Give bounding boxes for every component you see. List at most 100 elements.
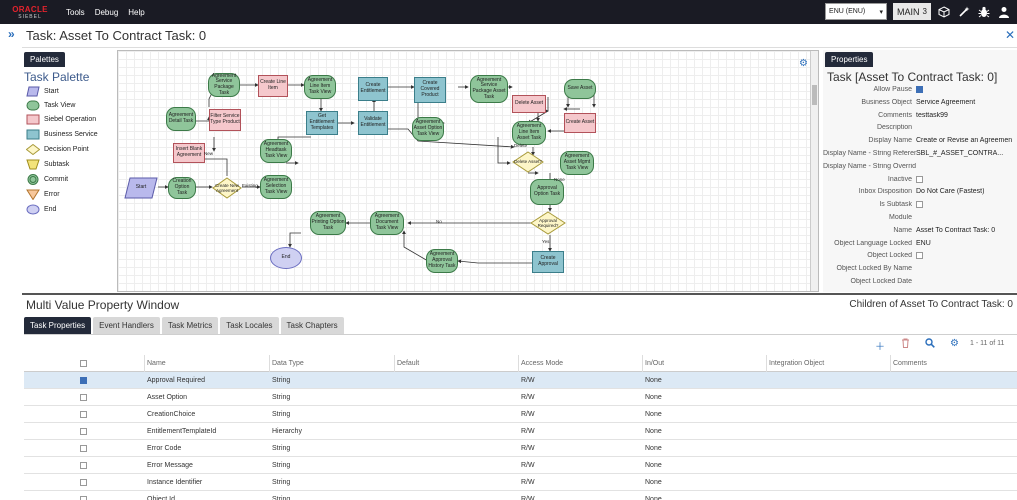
bug-icon[interactable] (977, 5, 991, 19)
properties-tab[interactable]: Properties (825, 52, 874, 67)
delete-icon[interactable] (901, 338, 910, 351)
tab-task-properties[interactable]: Task Properties (24, 317, 92, 334)
node-create-covered-product[interactable]: Create Covered Product (414, 77, 446, 103)
grid-settings-gear-icon[interactable]: ⚙ (950, 338, 959, 349)
table-row[interactable]: Asset Option String R/W None (24, 389, 1017, 406)
menu-help[interactable]: Help (128, 8, 144, 17)
table-row[interactable]: Error Code String R/W None (24, 440, 1017, 457)
tab-task-locales[interactable]: Task Locales (220, 317, 279, 334)
select-all-checkbox[interactable] (80, 355, 87, 372)
property-value[interactable] (916, 252, 1017, 264)
property-row[interactable]: Inbox Disposition Do Not Care (Fastest) (823, 188, 1017, 200)
row-checkbox[interactable] (80, 372, 87, 389)
property-value[interactable] (916, 214, 1017, 226)
palettes-tab[interactable]: Palettes (24, 52, 65, 67)
property-value[interactable] (916, 86, 1017, 98)
node-agreement-line-item-task-view[interactable]: Agreement Line Item Task View (304, 75, 336, 99)
palette-item-end[interactable]: End (26, 202, 56, 216)
row-checkbox[interactable] (80, 491, 87, 500)
property-row[interactable]: Object Language Locked ENU (823, 240, 1017, 252)
tab-task-chapters[interactable]: Task Chapters (280, 317, 344, 334)
node-filter-service-type-product[interactable]: Filter Service Type Product (209, 109, 241, 131)
palette-item-task-view[interactable]: Task View (26, 98, 75, 112)
property-row[interactable]: Object Locked (823, 252, 1017, 264)
palette-item-subtask[interactable]: Subtask (26, 157, 69, 171)
row-checkbox[interactable] (80, 474, 87, 491)
node-agreement-asset-option-task-view[interactable]: Agreement Asset Option Task View (412, 117, 444, 141)
node-agreement-line-item-asset-task[interactable]: Agreement Line Item Asset Task (512, 121, 546, 145)
row-checkbox[interactable] (80, 457, 87, 474)
property-value[interactable]: SBL_#_ASSET_CONTRA... (916, 150, 1017, 162)
col-data-type[interactable]: Data Type (269, 355, 393, 372)
property-value[interactable]: Create or Revise an Agreemen (916, 137, 1017, 149)
property-value[interactable] (916, 175, 1017, 188)
expand-sidebar-icon[interactable]: » (8, 27, 15, 41)
node-agreement-detail-task[interactable]: Agreement Detail Task (166, 107, 196, 131)
node-delete-asset-decision[interactable]: Delete Asset? (512, 151, 544, 173)
pane-splitter[interactable] (22, 293, 1017, 295)
canvas-vertical-scrollbar[interactable] (810, 51, 818, 291)
property-row[interactable]: Display Name Create or Revise an Agreemen (823, 137, 1017, 149)
node-create-line-item[interactable]: Create Line Item (258, 75, 288, 97)
magic-wand-icon[interactable] (957, 5, 971, 19)
node-approval-required-decision[interactable]: Approval Required? (530, 211, 566, 235)
node-creation-option-task[interactable]: Creation Option Task (168, 177, 196, 199)
property-checkbox[interactable] (916, 86, 923, 93)
property-value[interactable]: Service Agreement (916, 99, 1017, 111)
property-value[interactable]: ENU (916, 240, 1017, 252)
cube-icon[interactable] (937, 5, 951, 19)
table-row[interactable]: Error Message String R/W None (24, 457, 1017, 474)
node-end[interactable]: End (270, 247, 302, 269)
palette-item-decision-point[interactable]: Decision Point (26, 142, 89, 156)
workspace-main-button[interactable]: MAIN 3 (893, 3, 931, 20)
col-name[interactable]: Name (144, 355, 268, 372)
node-agreement-headtask-task-view[interactable]: Agreement Headtask Task View (260, 139, 292, 163)
node-create-entitlement[interactable]: Create Entitlement (358, 77, 388, 101)
property-row[interactable]: Allow Pause (823, 86, 1017, 98)
node-approval-option-task[interactable]: Approval Option Task (530, 179, 564, 205)
gear-icon[interactable]: ⚙ (799, 58, 808, 69)
table-row[interactable]: EntitlementTemplateId Hierarchy R/W None (24, 423, 1017, 440)
close-icon[interactable]: ✕ (1005, 28, 1015, 42)
property-value[interactable]: Do Not Care (Fastest) (916, 188, 1017, 200)
table-row[interactable]: Object Id String R/W None (24, 491, 1017, 500)
col-access-mode[interactable]: Access Mode (518, 355, 642, 372)
task-flow-canvas[interactable]: Start Creation Option Task Create New Ag… (117, 50, 819, 292)
table-row[interactable]: Instance Identifier String R/W None (24, 474, 1017, 491)
property-row[interactable]: Business Object Service Agreement (823, 99, 1017, 111)
palette-item-business-service[interactable]: Business Service (26, 127, 98, 141)
property-checkbox[interactable] (916, 175, 923, 183)
palette-item-siebel-operation[interactable]: Siebel Operation (26, 112, 96, 126)
property-row[interactable]: Inactive (823, 175, 1017, 188)
property-checkbox[interactable] (916, 252, 923, 260)
palette-item-start[interactable]: Start (26, 84, 59, 98)
node-agreement-service-package-asset-task[interactable]: Agreement Service Package Asset Task (470, 75, 508, 103)
property-value[interactable]: testtask99 (916, 112, 1017, 124)
node-start[interactable]: Start (124, 177, 158, 199)
col-comments[interactable]: Comments (890, 355, 1014, 372)
search-icon[interactable] (925, 338, 935, 351)
node-validate-entitlement[interactable]: Validate Entitlement (358, 111, 388, 135)
node-agreement-document-task-view[interactable]: Agreement Document Task View (370, 211, 404, 235)
tab-task-metrics[interactable]: Task Metrics (161, 317, 219, 334)
property-row[interactable]: Display Name - String Referenc SBL_#_ASSE… (823, 150, 1017, 162)
property-row[interactable]: Module (823, 214, 1017, 226)
palette-item-error[interactable]: Error (26, 187, 60, 201)
language-select[interactable]: ENU (ENU) ▾ (825, 3, 888, 20)
col-in-out[interactable]: In/Out (642, 355, 766, 372)
property-value[interactable] (916, 163, 1017, 175)
node-insert-blank-agreement[interactable]: Insert Blank Agreement (173, 143, 205, 163)
row-checkbox[interactable] (80, 423, 87, 440)
col-default[interactable]: Default (394, 355, 518, 372)
scrollbar-thumb[interactable] (812, 85, 817, 105)
property-row[interactable]: Name Asset To Contract Task: 0 (823, 227, 1017, 239)
node-create-asset[interactable]: Create Asset (564, 113, 596, 133)
property-row[interactable]: Object Locked Date (823, 278, 1017, 290)
node-agreement-service-package-task[interactable]: Agreement Service Package Task (208, 73, 240, 97)
col-integration-object[interactable]: Integration Object (766, 355, 890, 372)
row-checkbox[interactable] (80, 440, 87, 457)
palette-item-commit[interactable]: Commit (26, 172, 68, 186)
node-get-entitlement-templates[interactable]: Get Entitlement Templates (306, 111, 338, 135)
row-checkbox[interactable] (80, 389, 87, 406)
property-row[interactable]: Display Name - String Override (823, 163, 1017, 175)
